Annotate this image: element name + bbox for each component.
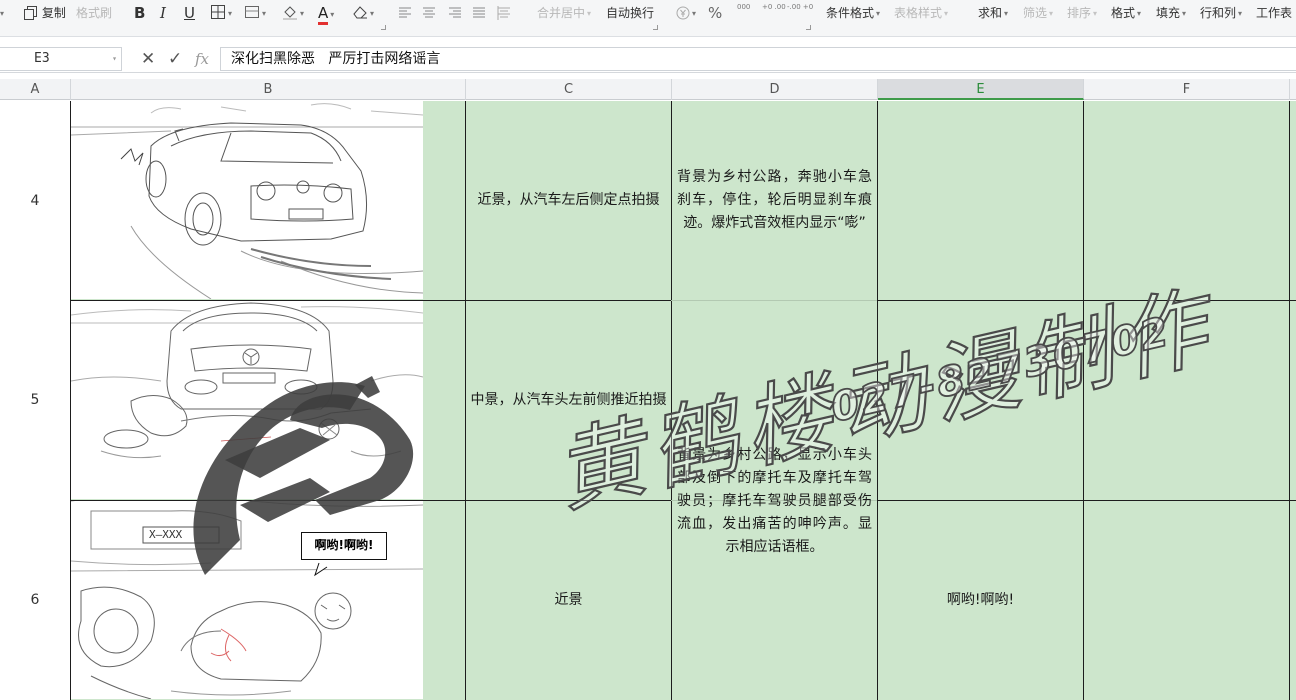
format-painter-button[interactable]: 格式刷 <box>76 4 112 22</box>
copy-icon <box>24 6 37 20</box>
borders-icon <box>211 5 225 19</box>
fill-button[interactable]: 填充 ▾ <box>1156 4 1186 22</box>
alignment-group-launcher[interactable] <box>653 25 658 30</box>
align-right-icon <box>449 7 461 18</box>
column-header-e[interactable]: E <box>878 79 1084 100</box>
insert-function-button[interactable]: fx <box>195 48 209 70</box>
worksheet-button[interactable]: 工作表 <box>1256 4 1292 22</box>
align-left-button[interactable] <box>398 4 412 22</box>
currency-button[interactable]: ▾ <box>676 4 696 22</box>
worksheet-label: 工作表 <box>1256 6 1293 20</box>
cell-reference: E3 <box>34 51 50 66</box>
conditional-format-label: 条件格式 <box>826 6 875 20</box>
format-painter-label: 格式刷 <box>76 6 113 20</box>
sort-label: 排序 <box>1067 6 1092 20</box>
format-button[interactable]: 格式 ▾ <box>1111 4 1141 22</box>
cell-d4[interactable]: 背景为乡村公路，奔驰小车急刹车，停住，轮后明显刹车痕迹。爆炸式音效框内显示“嘭” <box>672 101 877 300</box>
ribbon-toolbar: ▾ 复制 格式刷 B I U ▾ ▾ ▾ A ▾ ▾ 合并居中 ▾ 自动换行 ▾ %… <box>0 0 1296 37</box>
table-style-label: 表格样式 <box>894 6 943 20</box>
font-color-label: A <box>318 4 329 25</box>
decimal-add-button[interactable]: +0 .00 <box>762 3 786 21</box>
auto-wrap-label: 自动换行 <box>606 6 655 20</box>
paint-bucket-icon <box>283 6 297 20</box>
number-group-launcher[interactable] <box>806 25 811 30</box>
column-header-a[interactable]: A <box>0 79 71 100</box>
filter-label: 筛选 <box>1023 6 1048 20</box>
row-col-button[interactable]: 行和列 ▾ <box>1200 4 1242 22</box>
cell-style-button[interactable]: ▾ <box>244 4 266 22</box>
sort-button[interactable]: 排序 ▾ <box>1067 4 1097 22</box>
prev-group-caret[interactable]: ▾ <box>0 4 4 22</box>
thousands-button[interactable]: 000 <box>737 3 751 21</box>
speech-bubble: 啊哟!啊哟! <box>301 532 387 560</box>
distributed-button[interactable] <box>497 4 511 22</box>
plate-text-row6: X—XXX <box>149 528 183 541</box>
column-headers: A B C D E F <box>0 79 1296 100</box>
table-style-button[interactable]: 表格样式 ▾ <box>894 4 948 22</box>
column-header-f[interactable]: F <box>1084 79 1290 100</box>
font-group-launcher[interactable] <box>381 25 386 30</box>
percent-button[interactable]: % <box>708 4 722 22</box>
justify-button[interactable] <box>472 4 486 22</box>
row-headers: 4 5 6 <box>0 101 70 700</box>
decimal-remove-label: -.00 +0 <box>787 3 814 11</box>
confirm-button[interactable]: ✓ <box>168 48 182 70</box>
cell-e4[interactable] <box>878 101 1083 300</box>
decimal-remove-button[interactable]: -.00 +0 <box>787 3 813 21</box>
merge-center-button[interactable]: 合并居中 ▾ <box>537 4 591 22</box>
gridline <box>671 300 877 301</box>
fill-label: 填充 <box>1156 6 1181 20</box>
bold-button[interactable]: B <box>134 4 145 22</box>
cell-e5[interactable] <box>878 301 1083 500</box>
name-box[interactable]: E3 ▾ <box>0 47 122 71</box>
fill-color-button[interactable]: ▾ <box>282 4 304 22</box>
row-header-4[interactable]: 4 <box>0 101 70 300</box>
align-left-icon <box>399 7 411 18</box>
cell-d5[interactable]: 背景为乡村公路，显示小车头部及倒下的摩托车及摩托车驾驶员；摩托车驾驶员腿部受伤流… <box>672 401 877 601</box>
align-center-button[interactable] <box>422 4 436 22</box>
cell-c5[interactable]: 中景，从汽车头左前侧推近拍摄 <box>466 301 671 500</box>
copy-label: 复制 <box>41 6 66 20</box>
column-header-b[interactable]: B <box>71 79 466 100</box>
currency-icon <box>676 6 690 20</box>
align-right-button[interactable] <box>448 4 462 22</box>
row-col-label: 行和列 <box>1200 6 1237 20</box>
merge-center-label: 合并居中 <box>537 6 586 20</box>
column-header-d[interactable]: D <box>672 79 878 100</box>
filter-button[interactable]: 筛选 ▾ <box>1023 4 1053 22</box>
cell-c6[interactable]: 近景 <box>466 501 671 700</box>
underline-button[interactable]: U <box>184 4 195 22</box>
format-label: 格式 <box>1111 6 1136 20</box>
conditional-format-button[interactable]: 条件格式 ▾ <box>826 4 880 22</box>
distributed-icon <box>497 6 510 20</box>
decimal-add-label: +0 .00 <box>762 3 786 11</box>
auto-wrap-button[interactable]: 自动换行 <box>606 4 654 22</box>
cell-e6[interactable]: 啊哟!啊哟! <box>878 501 1083 700</box>
row-header-6[interactable]: 6 <box>0 500 70 700</box>
row-header-5[interactable]: 5 <box>0 300 70 500</box>
align-center-icon <box>423 7 435 18</box>
font-color-button[interactable]: A ▾ <box>318 4 334 25</box>
thousands-label: 000 <box>737 3 751 11</box>
name-box-caret[interactable]: ▾ <box>112 48 117 70</box>
storyboard-panel-row4 <box>71 101 423 299</box>
copy-button[interactable]: 复制 <box>24 4 66 22</box>
sum-button[interactable]: 求和 ▾ <box>978 4 1008 22</box>
cell-style-icon <box>245 6 259 18</box>
cell-c4[interactable]: 近景，从汽车左后侧定点拍摄 <box>466 101 671 300</box>
italic-button[interactable]: I <box>160 4 166 22</box>
cancel-button[interactable]: ✕ <box>141 48 155 70</box>
storyboard-panel-row5 <box>71 301 423 499</box>
gridline <box>1289 101 1290 700</box>
eraser-icon <box>353 6 367 19</box>
borders-button[interactable]: ▾ <box>210 4 232 22</box>
clear-button[interactable]: ▾ <box>352 4 374 22</box>
column-header-c[interactable]: C <box>466 79 672 100</box>
formula-input[interactable]: 深化扫黑除恶 严厉打击网络谣言 <box>220 47 1296 71</box>
storyboard-panel-row6: X—XXX 啊哟!啊哟! <box>71 501 423 699</box>
cell-f4[interactable] <box>1084 101 1289 300</box>
formula-bar: E3 ▾ ✕ ✓ fx 深化扫黑除恶 严厉打击网络谣言 <box>0 45 1296 73</box>
sum-label: 求和 <box>978 6 1003 20</box>
justify-icon <box>473 7 485 18</box>
